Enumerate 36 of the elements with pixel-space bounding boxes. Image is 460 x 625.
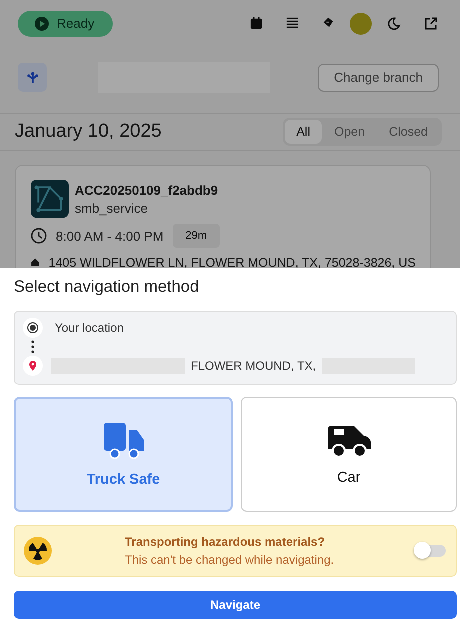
destination-pin-icon (23, 356, 43, 376)
change-branch-button[interactable]: Change branch (318, 64, 439, 92)
car-icon (326, 424, 372, 458)
origin-label: Your location (55, 321, 124, 335)
job-id: ACC20250109_f2abdb9 (75, 182, 218, 198)
logo-icon (31, 180, 69, 218)
origin-icon (23, 318, 43, 338)
navigation-method-option[interactable]: Car (241, 397, 457, 512)
route-dots (31, 340, 35, 354)
time-window: 8:00 AM - 4:00 PM (56, 228, 164, 244)
hazmat-question: Transporting hazardous materials? (125, 535, 326, 549)
branch-icon[interactable] (18, 63, 47, 92)
play-icon (35, 16, 49, 30)
radiation-icon (24, 537, 52, 565)
job-card[interactable]: ACC20250109_f2abdb9 smb_service 8:00 AM - 4:00 PM 29m 1405 WILDFLOWER LN, FLOWER MOUND, TX, 75028-3826, US (15, 165, 431, 268)
filter-tab[interactable]: Closed (377, 120, 440, 144)
navigation-method-option[interactable]: Truck Safe (14, 397, 233, 512)
duration-badge: 29m (172, 224, 220, 248)
job-address: 1405 WILDFLOWER LN, FLOWER MOUND, TX, 75028-3826, US (48, 256, 416, 268)
destination-address: FLOWER MOUND, TX, (191, 359, 316, 373)
calendar-icon[interactable] (250, 17, 263, 30)
service-type: smb_service (75, 200, 149, 216)
navigate-button[interactable]: Navigate (14, 591, 457, 619)
filter-tab[interactable]: All (284, 120, 322, 144)
date-heading: January 10, 2025 (15, 121, 162, 143)
list-icon[interactable] (286, 17, 299, 30)
status-pill[interactable]: Ready (18, 10, 113, 36)
status-label: Ready (57, 16, 95, 31)
hazmat-note: This can't be changed while navigating. (125, 553, 334, 567)
sheet-title: Select navigation method (14, 278, 200, 297)
filter-tab[interactable]: Open (322, 120, 378, 144)
clock-icon (31, 228, 47, 244)
hazmat-toggle[interactable] (416, 545, 446, 557)
moon-icon[interactable] (387, 16, 401, 30)
truck-icon (102, 422, 144, 460)
external-link-icon[interactable] (424, 16, 438, 30)
